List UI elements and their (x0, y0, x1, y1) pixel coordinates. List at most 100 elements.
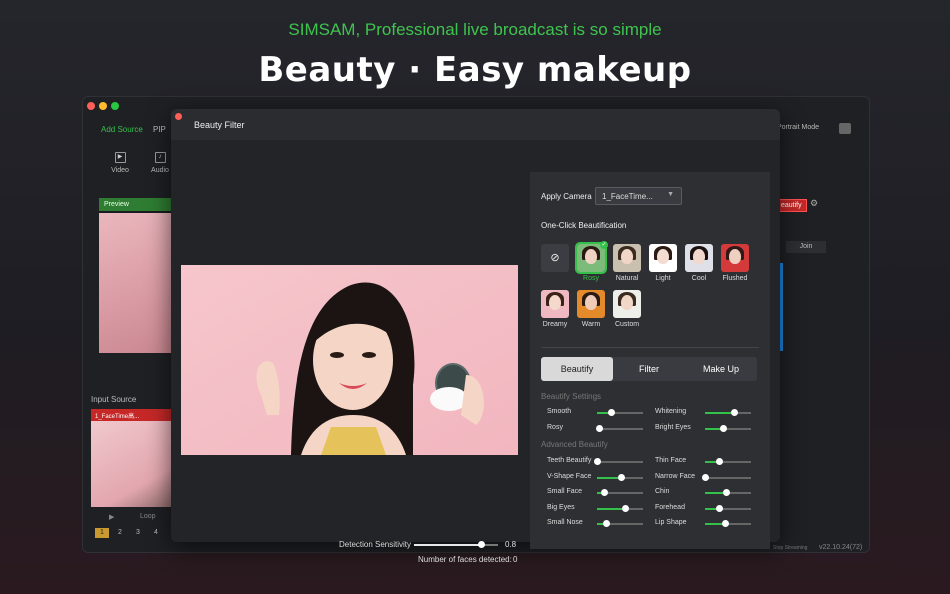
window-minimize-button[interactable] (99, 102, 107, 110)
slider-knob[interactable] (621, 504, 629, 512)
slider-track[interactable] (594, 458, 643, 465)
preset-dreamy[interactable]: Dreamy (541, 290, 569, 328)
slider-knob[interactable] (618, 473, 626, 481)
loop-toggle[interactable]: Loop (140, 513, 156, 520)
slider-knob[interactable] (715, 458, 723, 465)
slider-track[interactable] (702, 473, 751, 481)
join-button[interactable]: Join (786, 241, 826, 253)
preset-thumbnail (649, 244, 677, 272)
faces-detected-value: 0 (513, 555, 518, 564)
detection-sensitivity-slider[interactable] (414, 541, 498, 548)
slider-bright-eyes[interactable]: Bright Eyes (655, 424, 759, 434)
slider-label: Lip Shape (655, 519, 687, 526)
preset-rosy[interactable]: ✓ Rosy (575, 241, 608, 282)
disabled-icon: ⊘ (550, 252, 560, 264)
slider-track[interactable] (705, 409, 751, 416)
slider-track[interactable] (705, 458, 751, 465)
slider-lip-shape[interactable]: Lip Shape (655, 519, 759, 529)
slider-knob[interactable] (720, 425, 728, 432)
slider-track[interactable] (705, 504, 751, 512)
preset-natural[interactable]: Natural (613, 244, 641, 282)
slider-track[interactable] (597, 520, 643, 527)
preset-flushed[interactable]: Flushed (721, 244, 749, 282)
scene-page-1[interactable]: 1 (95, 528, 109, 538)
slider-whitening[interactable]: Whitening (655, 408, 759, 418)
tab-add-source[interactable]: Add Source (101, 125, 143, 134)
slider-knob[interactable] (603, 520, 611, 527)
window-zoom-button[interactable] (111, 102, 119, 110)
slider-teeth-beautify[interactable]: Teeth Beautify (547, 457, 651, 467)
no-preset-button[interactable]: ⊘ (541, 244, 569, 272)
scene-page-3[interactable]: 3 (131, 528, 145, 538)
slider-knob[interactable] (607, 409, 615, 416)
beauty-settings-panel: Apply Camera 1_FaceTime... ▼ One-Click B… (530, 172, 770, 549)
preset-label: Light (655, 275, 671, 282)
preset-face (693, 249, 705, 264)
slider-track[interactable] (597, 504, 643, 512)
beauty-filter-dialog: Beauty Filter Detection Sensitivity 0.8 … (171, 109, 780, 564)
dialog-close-button[interactable] (175, 113, 182, 120)
slider-knob[interactable] (730, 409, 738, 416)
slider-label: Bright Eyes (655, 424, 691, 431)
scene-page-2[interactable]: 2 (113, 528, 127, 538)
slider-knob[interactable] (722, 489, 730, 496)
input-source-title: Input Source (91, 395, 137, 404)
slider-knob[interactable] (594, 458, 601, 465)
slider-v-shape-face[interactable]: V-Shape Face (547, 473, 651, 483)
slider-track[interactable] (705, 489, 751, 496)
slider-small-face[interactable]: Small Face (547, 488, 651, 498)
slider-knob[interactable] (702, 473, 709, 481)
tab-filter[interactable]: Filter (613, 357, 685, 381)
slider-knob[interactable] (721, 520, 729, 527)
slider-thin-face[interactable]: Thin Face (655, 457, 759, 467)
version-label: v22.10.24(72) (819, 544, 863, 551)
slider-knob[interactable] (715, 504, 723, 512)
preset-label: Custom (614, 321, 640, 328)
slider-label: Forehead (655, 503, 685, 511)
detection-sensitivity-value: 0.8 (505, 540, 517, 549)
stop-streaming-label[interactable]: Stop Streaming (773, 545, 807, 551)
slider-track[interactable] (705, 520, 751, 527)
slider-chin[interactable]: Chin (655, 488, 759, 498)
play-icon[interactable]: ▶ (109, 513, 114, 521)
gear-icon[interactable]: ⚙ (810, 198, 818, 209)
slider-smooth[interactable]: Smooth (547, 408, 651, 418)
slider-track[interactable] (705, 425, 751, 432)
slider-knob[interactable] (596, 425, 604, 432)
preset-label: Natural (615, 275, 639, 282)
slider-big-eyes[interactable]: Big Eyes (547, 504, 651, 514)
tab-make-up[interactable]: Make Up (685, 357, 757, 381)
preset-label: Rosy (583, 275, 599, 282)
preset-thumbnail (577, 290, 605, 318)
scene-page-4[interactable]: 4 (149, 528, 163, 538)
slider-knob[interactable] (601, 489, 609, 496)
preset-warm[interactable]: Warm (577, 290, 605, 328)
beautify-button[interactable]: eautify (777, 199, 807, 212)
tab-pip[interactable]: PIP (153, 125, 166, 134)
slider-track[interactable] (597, 489, 643, 496)
slider-track[interactable] (597, 473, 643, 481)
camera-select[interactable]: 1_FaceTime... ▼ (595, 187, 682, 205)
preview-image (99, 213, 173, 353)
slider-track[interactable] (596, 425, 643, 432)
preset-face (729, 249, 741, 264)
preset-custom[interactable]: Custom (613, 290, 641, 328)
portrait-mode-button[interactable]: Portrait Mode (777, 124, 819, 131)
detection-sensitivity-label: Detection Sensitivity (339, 540, 412, 549)
preset-cool[interactable]: Cool (685, 244, 713, 282)
settings-icon[interactable] (839, 123, 851, 134)
tab-beautify[interactable]: Beautify (541, 357, 613, 381)
preset-face (585, 295, 597, 310)
preset-thumbnail (685, 244, 713, 272)
video-source-button[interactable]: ▶ Video (105, 152, 135, 174)
slider-label: Smooth (547, 408, 572, 415)
slider-rosy[interactable]: Rosy (547, 424, 651, 434)
slider-narrow-face[interactable]: Narrow Face (655, 473, 759, 483)
preset-light[interactable]: Light (649, 244, 677, 282)
input-source-card[interactable]: 1_FaceTime高... (91, 409, 173, 507)
slider-track[interactable] (597, 409, 643, 416)
slider-fill (597, 507, 625, 510)
slider-forehead[interactable]: Forehead (655, 504, 759, 514)
window-close-button[interactable] (87, 102, 95, 110)
slider-small-nose[interactable]: Small Nose (547, 519, 651, 529)
